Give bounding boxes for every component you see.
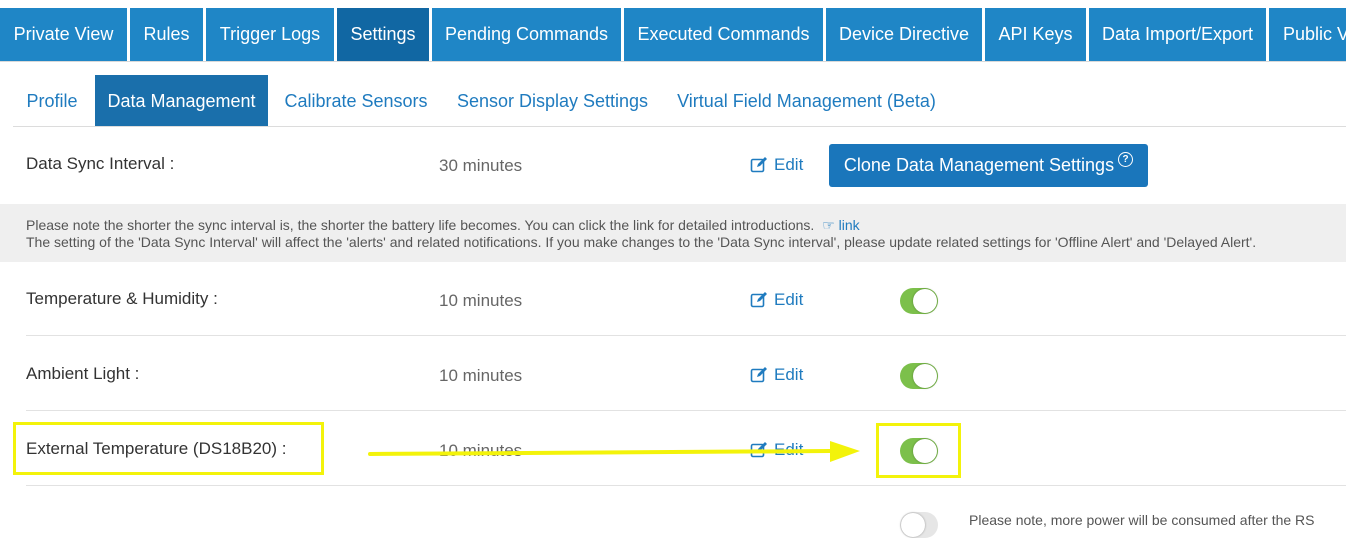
tab-public-view[interactable]: Public View [1269, 8, 1346, 61]
toggle-knob [913, 364, 937, 388]
note-line-2: The setting of the 'Data Sync Interval' … [26, 234, 1257, 250]
subtab-calibrate-sensors[interactable]: Calibrate Sensors [277, 75, 435, 127]
edit-label: Edit [774, 365, 804, 384]
tab-api-keys[interactable]: API Keys [985, 8, 1086, 61]
tab-executed-commands[interactable]: Executed Commands [624, 8, 823, 61]
edit-icon [750, 157, 767, 173]
sync-interval-edit-link[interactable]: Edit [750, 155, 803, 175]
toggle-knob [913, 289, 937, 313]
row-divider [26, 335, 1346, 336]
power-note: Please note, more power will be consumed… [969, 512, 1315, 528]
rs-toggle[interactable] [900, 512, 938, 538]
toggle-knob [901, 513, 925, 537]
sync-interval-value: 30 minutes [439, 156, 523, 175]
temp-humidity-label: Temperature & Humidity : [26, 289, 218, 308]
tab-settings[interactable]: Settings [337, 8, 429, 61]
subtab-virtual-field-management[interactable]: Virtual Field Management (Beta) [669, 75, 944, 127]
subtab-sensor-display-settings[interactable]: Sensor Display Settings [448, 75, 657, 127]
temp-humidity-toggle[interactable] [900, 288, 938, 314]
edit-icon [750, 292, 767, 308]
edit-icon [750, 367, 767, 383]
ambient-light-edit-link[interactable]: Edit [750, 365, 803, 385]
sync-interval-note: Please note the shorter the sync interva… [0, 204, 1346, 262]
ambient-light-toggle[interactable] [900, 363, 938, 389]
tab-pending-commands[interactable]: Pending Commands [432, 8, 621, 61]
help-icon[interactable]: ? [1118, 152, 1134, 167]
highlight-box-toggle [876, 423, 961, 478]
note-link-text: link [838, 217, 860, 233]
row-divider [26, 485, 1346, 486]
temp-humidity-edit-link[interactable]: Edit [750, 290, 803, 310]
subtab-profile[interactable]: Profile [13, 75, 91, 127]
temp-humidity-value: 10 minutes [439, 291, 523, 310]
subtab-data-management[interactable]: Data Management [95, 75, 268, 127]
sync-interval-label: Data Sync Interval : [26, 154, 175, 173]
main-tab-bar: Private View Rules Trigger Logs Settings… [0, 0, 1346, 62]
note-line-1-text: Please note the shorter the sync interva… [26, 217, 815, 233]
clone-settings-button[interactable]: Clone Data Management Settings ? [829, 144, 1148, 187]
ambient-light-label: Ambient Light : [26, 364, 140, 383]
pointer-hand-icon: ☞ [822, 217, 835, 233]
tab-trigger-logs[interactable]: Trigger Logs [206, 8, 334, 61]
note-link[interactable]: ☞ link [822, 217, 859, 233]
annotation-arrow [368, 441, 860, 462]
tab-data-import-export[interactable]: Data Import/Export [1089, 8, 1266, 61]
row-divider [26, 410, 1346, 411]
tab-rules[interactable]: Rules [130, 8, 203, 61]
tab-device-directive[interactable]: Device Directive [826, 8, 982, 61]
clone-settings-label: Clone Data Management Settings [843, 155, 1115, 175]
edit-label: Edit [774, 290, 804, 309]
subtab-divider [13, 126, 1346, 127]
ambient-light-value: 10 minutes [439, 366, 523, 385]
note-line-1: Please note the shorter the sync interva… [26, 217, 860, 234]
tab-private-view[interactable]: Private View [0, 8, 127, 61]
edit-label: Edit [774, 155, 804, 174]
highlight-box-label [13, 422, 324, 475]
